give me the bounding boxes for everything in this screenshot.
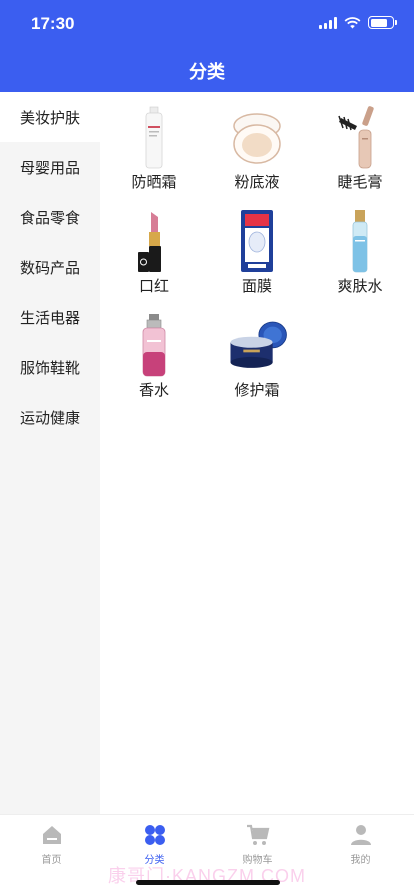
status-time: 17:30 (31, 14, 75, 33)
sidebar-item-sports[interactable]: 运动健康 (0, 392, 100, 442)
product-label: 粉底液 (234, 174, 280, 191)
product-label: 爽肤水 (337, 278, 383, 295)
toner-bottle-icon (352, 210, 368, 273)
product-label: 面膜 (241, 278, 272, 295)
page-title: 分类 (189, 62, 225, 82)
header: 17:30 分类 (0, 0, 414, 92)
product-item[interactable]: 面膜 (205, 196, 309, 300)
product-item[interactable]: 睫毛膏 (308, 92, 412, 196)
product-label: 修护霜 (234, 382, 280, 399)
product-item[interactable]: 爽肤水 (308, 196, 412, 300)
sidebar-item-appliances[interactable]: 生活电器 (0, 292, 100, 342)
product-item[interactable]: 粉底液 (205, 92, 309, 196)
wifi-icon (344, 16, 361, 28)
product-label: 口红 (138, 278, 169, 295)
product-item[interactable]: 修护霜 (205, 300, 309, 404)
perfume-bottle-icon (142, 314, 166, 377)
product-item[interactable]: 香水 (102, 300, 206, 404)
product-item[interactable]: 防晒霜 (102, 92, 206, 196)
cream-jar-icon (230, 321, 287, 368)
product-label: 香水 (138, 382, 169, 399)
home-icon (42, 826, 61, 844)
face-mask-pack-icon (241, 210, 273, 272)
sidebar-item-food[interactable]: 食品零食 (0, 192, 100, 242)
product-item[interactable]: 口红 (102, 196, 206, 300)
sidebar-item-digital[interactable]: 数码产品 (0, 242, 100, 292)
category-sidebar: 美妆护肤 母婴用品 食品零食 数码产品 生活电器 服饰鞋靴 运动健康 (0, 92, 100, 814)
sidebar-item-baby[interactable]: 母婴用品 (0, 142, 100, 192)
lipstick-icon (138, 212, 161, 272)
sunscreen-bottle-icon (145, 106, 163, 169)
status-icons (319, 16, 397, 29)
battery-level (370, 18, 388, 27)
sidebar-item-apparel[interactable]: 服饰鞋靴 (0, 342, 100, 392)
battery-icon (368, 16, 397, 29)
home-indicator[interactable] (136, 880, 280, 885)
mascara-icon (338, 106, 374, 169)
product-label: 防晒霜 (131, 174, 177, 191)
sidebar-item-beauty[interactable]: 美妆护肤 (0, 92, 100, 142)
status-bar: 17:30 (0, 0, 414, 48)
cart-icon (246, 824, 269, 845)
product-label: 睫毛膏 (337, 174, 383, 191)
user-icon (350, 825, 371, 845)
signal-icon (319, 16, 337, 29)
category-icon (144, 825, 165, 845)
cushion-compact-icon (233, 113, 281, 164)
